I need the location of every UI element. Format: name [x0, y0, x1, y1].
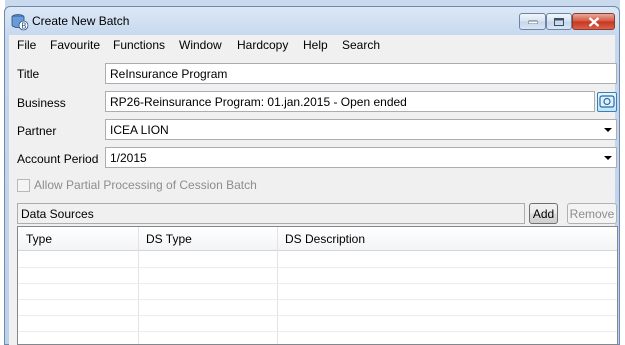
column-header-ds-description[interactable]: DS Description — [285, 232, 365, 246]
chevron-down-icon — [604, 156, 612, 160]
menu-window[interactable]: Window — [179, 38, 222, 52]
menu-search[interactable]: Search — [342, 38, 380, 52]
business-lookup-button[interactable] — [597, 92, 617, 112]
menu-functions[interactable]: Functions — [113, 38, 165, 52]
menu-favourite[interactable]: Favourite — [50, 38, 100, 52]
create-batch-window: B Create New Batch File Favourite Functi… — [4, 6, 620, 345]
table-row-line — [18, 283, 617, 284]
table-row-line — [18, 267, 617, 268]
batch-database-icon[interactable]: B — [11, 13, 29, 31]
menu-file[interactable]: File — [17, 38, 36, 52]
close-button[interactable] — [572, 13, 615, 30]
window-client-area: File Favourite Functions Window Hardcopy… — [9, 35, 618, 345]
menu-bar: File Favourite Functions Window Hardcopy… — [9, 35, 615, 55]
data-sources-table[interactable]: Type DS Type DS Description — [17, 226, 618, 345]
menu-hardcopy[interactable]: Hardcopy — [237, 38, 288, 52]
table-row-line — [18, 299, 617, 300]
partner-select[interactable]: ICEA LION — [105, 119, 617, 140]
table-row-line — [18, 331, 617, 332]
add-data-source-button[interactable]: Add — [529, 203, 558, 224]
maximize-icon — [554, 17, 564, 26]
minimize-icon — [528, 20, 537, 24]
allow-partial-checkbox[interactable] — [17, 179, 30, 192]
svg-text:B: B — [21, 22, 26, 31]
title-bar[interactable]: B Create New Batch — [5, 7, 619, 35]
account-period-selected-value: 1/2015 — [110, 151, 147, 165]
account-period-select[interactable]: 1/2015 — [105, 147, 617, 168]
table-row-line — [18, 315, 617, 316]
data-sources-header: Data Sources — [17, 203, 525, 224]
column-divider[interactable] — [138, 227, 139, 344]
close-icon — [588, 16, 599, 27]
maximize-button[interactable] — [546, 13, 572, 30]
title-input[interactable]: ReInsurance Program — [105, 63, 617, 84]
title-label: Title — [17, 67, 40, 81]
column-header-type[interactable]: Type — [26, 232, 52, 246]
minimize-button[interactable] — [519, 13, 546, 30]
account-period-label: Account Period — [17, 152, 99, 166]
business-field[interactable]: RP26-Reinsurance Program: 01.jan.2015 - … — [105, 91, 595, 112]
remove-data-source-button[interactable]: Remove — [567, 203, 617, 224]
partner-label: Partner — [17, 124, 57, 138]
column-header-ds-type[interactable]: DS Type — [146, 232, 192, 246]
search-lookup-icon — [599, 95, 615, 108]
allow-partial-label: Allow Partial Processing of Cession Batc… — [34, 178, 257, 192]
chevron-down-icon — [604, 128, 612, 132]
table-header: Type DS Type DS Description — [18, 227, 617, 251]
menu-help[interactable]: Help — [303, 38, 328, 52]
desktop-strip-right — [620, 0, 625, 345]
column-divider[interactable] — [277, 227, 278, 344]
window-title: Create New Batch — [32, 14, 130, 28]
business-label: Business — [17, 96, 66, 110]
partner-selected-value: ICEA LION — [110, 123, 169, 137]
